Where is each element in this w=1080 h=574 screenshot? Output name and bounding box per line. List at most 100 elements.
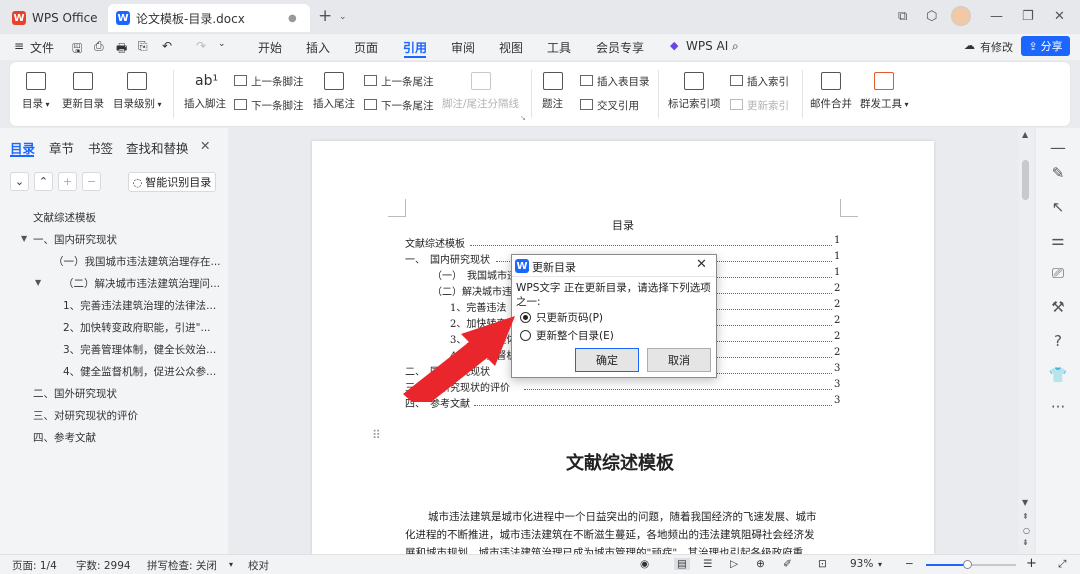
export-icon[interactable]: ⎙ bbox=[94, 39, 104, 54]
cross-reference-button[interactable]: 交叉引用 bbox=[580, 98, 639, 113]
drag-handle-icon[interactable]: ⠿ bbox=[372, 428, 381, 442]
tab-wps-ai[interactable]: WPS AI bbox=[686, 39, 728, 53]
tab-references[interactable]: 引用 bbox=[403, 39, 427, 56]
minimize-icon[interactable]: — bbox=[990, 9, 1003, 24]
eye-protect-icon[interactable]: ◉ bbox=[640, 558, 649, 570]
tab-view[interactable]: 视图 bbox=[499, 39, 523, 56]
tools-icon[interactable]: ⚒ bbox=[1048, 298, 1068, 316]
collapse-all-icon[interactable]: ⌄ bbox=[10, 172, 29, 191]
next-page-icon[interactable]: ⇟ bbox=[1022, 538, 1029, 547]
mass-tools-button[interactable]: 群发工具 ▾ bbox=[860, 72, 909, 111]
unsaved-dot-icon[interactable]: ● bbox=[288, 13, 297, 24]
insert-footnote-button[interactable]: ab¹ 插入脚注 bbox=[184, 72, 226, 111]
close-pane-icon[interactable]: ✕ bbox=[200, 138, 210, 153]
page-count[interactable]: 页面: 1/4 bbox=[12, 558, 57, 573]
nav-tab-bookmarks[interactable]: 书签 bbox=[88, 138, 113, 157]
toc-line[interactable]: （二）解决城市违 bbox=[432, 283, 512, 298]
zoom-chevron-icon[interactable]: ▾ bbox=[878, 560, 882, 569]
sidebar-item[interactable]: （二）解决城市违法建筑治理问... bbox=[63, 276, 220, 291]
outline-view-icon[interactable]: ☰ bbox=[703, 558, 712, 570]
avatar[interactable] bbox=[951, 6, 971, 26]
toc-line[interactable]: （一） 我国城市违 bbox=[432, 267, 517, 282]
spell-check-status[interactable]: 拼写检查: 关闭 bbox=[147, 558, 217, 573]
sidebar-item[interactable]: 二、国外研究现状 bbox=[33, 386, 117, 401]
help-icon[interactable]: ? bbox=[1048, 332, 1068, 350]
dialog-close-icon[interactable]: ✕ bbox=[696, 257, 707, 272]
tab-review[interactable]: 审阅 bbox=[451, 39, 475, 56]
restore-icon[interactable]: ❐ bbox=[1022, 9, 1034, 24]
proofread-button[interactable]: 校对 bbox=[248, 558, 269, 573]
collapse-panel-icon[interactable]: — bbox=[1048, 138, 1068, 157]
browse-object-icon[interactable]: ○ bbox=[1023, 526, 1030, 535]
expand-up-icon[interactable]: ⌃ bbox=[34, 172, 53, 191]
undo-icon[interactable]: ↶ bbox=[162, 39, 172, 53]
write-mode-icon[interactable]: ✐ bbox=[783, 558, 792, 570]
footnote-separator-button[interactable]: 脚注/尾注分隔线 bbox=[442, 72, 519, 111]
option-update-page-numbers[interactable]: 只更新页码(P) bbox=[536, 310, 603, 325]
new-tab-plus-icon[interactable]: + bbox=[318, 6, 332, 26]
smart-toc-button[interactable]: ◌ 智能识别目录 bbox=[128, 172, 216, 192]
quick-access-chevron-icon[interactable]: ⌄ bbox=[218, 39, 226, 49]
next-endnote-button[interactable]: 下一条尾注 bbox=[364, 98, 434, 113]
tab-member[interactable]: 会员专享 bbox=[596, 39, 644, 56]
dialog-title-bar[interactable]: W 更新目录 ✕ bbox=[512, 255, 716, 277]
tab-wps-office[interactable]: W WPS Office bbox=[6, 4, 102, 32]
nav-tab-find-replace[interactable]: 查找和替换 bbox=[126, 138, 189, 157]
sidebar-item[interactable]: 2、加快转变政府职能，引进"... bbox=[63, 320, 211, 335]
tab-document[interactable]: W 论文模板-目录.docx ● bbox=[108, 4, 310, 32]
remove-heading-icon[interactable]: − bbox=[82, 172, 101, 191]
tab-insert[interactable]: 插入 bbox=[306, 39, 330, 56]
search-icon[interactable]: ⌕ bbox=[732, 39, 739, 54]
zoom-out-icon[interactable]: − bbox=[905, 558, 914, 570]
page-view-icon[interactable]: ▤ bbox=[674, 558, 690, 570]
scroll-up-icon[interactable]: ▲ bbox=[1022, 130, 1028, 139]
prev-page-icon[interactable]: ⇞ bbox=[1022, 512, 1029, 521]
zoom-level[interactable]: 93% bbox=[850, 558, 873, 570]
sidebar-item[interactable]: 文献综述模板 bbox=[33, 210, 96, 225]
more-icon[interactable]: ··· bbox=[1048, 398, 1068, 416]
sidebar-item[interactable]: 1、完善违法建筑治理的法律法... bbox=[63, 298, 216, 313]
select-cursor-icon[interactable]: ↖ bbox=[1048, 198, 1068, 216]
next-footnote-button[interactable]: 下一条脚注 bbox=[234, 98, 304, 113]
nav-tab-chapters[interactable]: 章节 bbox=[49, 138, 74, 157]
print-icon[interactable]: 🖶 bbox=[116, 39, 127, 60]
expand-triangle-icon[interactable]: ▼ bbox=[35, 278, 41, 287]
scroll-down-icon[interactable]: ▼ bbox=[1022, 498, 1028, 507]
read-mode-icon[interactable]: ▷ bbox=[730, 558, 738, 570]
prev-footnote-button[interactable]: 上一条脚注 bbox=[234, 74, 304, 89]
edit-status[interactable]: 有修改 bbox=[980, 39, 1013, 55]
shirt-icon[interactable]: 👕 bbox=[1048, 366, 1068, 384]
redo-icon[interactable]: ↷ bbox=[196, 39, 206, 53]
share-button[interactable]: ⇪ 分享 bbox=[1021, 36, 1070, 56]
option-update-entire-toc[interactable]: 更新整个目录(E) bbox=[536, 328, 614, 343]
insert-index-button[interactable]: 插入索引 bbox=[730, 74, 789, 89]
tab-tools[interactable]: 工具 bbox=[547, 39, 571, 56]
dialog-launcher-icon[interactable]: ↘ bbox=[520, 114, 526, 122]
adjust-sliders-icon[interactable]: ⚌ bbox=[1048, 231, 1068, 249]
toc-line[interactable]: 文献综述模板 bbox=[405, 235, 465, 250]
fit-page-icon[interactable]: ⊡ bbox=[818, 558, 827, 570]
print-preview-icon[interactable]: ⎘ bbox=[138, 39, 148, 54]
mail-merge-button[interactable]: 邮件合并 bbox=[810, 72, 852, 111]
sidebar-item[interactable]: （一）我国城市违法建筑治理存在... bbox=[53, 254, 221, 269]
image-edit-icon[interactable]: ⎚ bbox=[1048, 264, 1068, 282]
caption-button[interactable]: 题注 bbox=[542, 72, 563, 111]
sidebar-item[interactable]: 一、国内研究现状 bbox=[33, 232, 117, 247]
fullscreen-icon[interactable]: ⤢ bbox=[1058, 558, 1066, 571]
update-index-button[interactable]: 更新索引 bbox=[730, 98, 789, 113]
toc-level-button[interactable]: 目录级别 ▾ bbox=[113, 72, 162, 111]
pen-icon[interactable]: ✎ bbox=[1048, 164, 1068, 182]
add-heading-icon[interactable]: + bbox=[58, 172, 77, 191]
tab-page[interactable]: 页面 bbox=[354, 39, 378, 56]
word-count[interactable]: 字数: 2994 bbox=[76, 558, 131, 573]
prev-endnote-button[interactable]: 上一条尾注 bbox=[364, 74, 434, 89]
window-layout-icon[interactable]: ⧉ bbox=[898, 9, 907, 24]
insert-table-of-figures-button[interactable]: 插入表目录 bbox=[580, 74, 650, 89]
zoom-in-icon[interactable]: + bbox=[1026, 556, 1037, 571]
toc-button[interactable]: 目录 ▾ bbox=[22, 72, 50, 111]
hamburger-icon[interactable]: ≡ bbox=[14, 39, 24, 53]
expand-triangle-icon[interactable]: ▼ bbox=[21, 234, 27, 243]
sidebar-item[interactable]: 3、完善管理体制，健全长效治... bbox=[63, 342, 216, 357]
sidebar-item[interactable]: 4、健全监督机制，促进公众参... bbox=[63, 364, 216, 379]
vertical-scrollbar[interactable]: ▲ ▼ ⇞ ○ ⇟ bbox=[1018, 128, 1034, 554]
